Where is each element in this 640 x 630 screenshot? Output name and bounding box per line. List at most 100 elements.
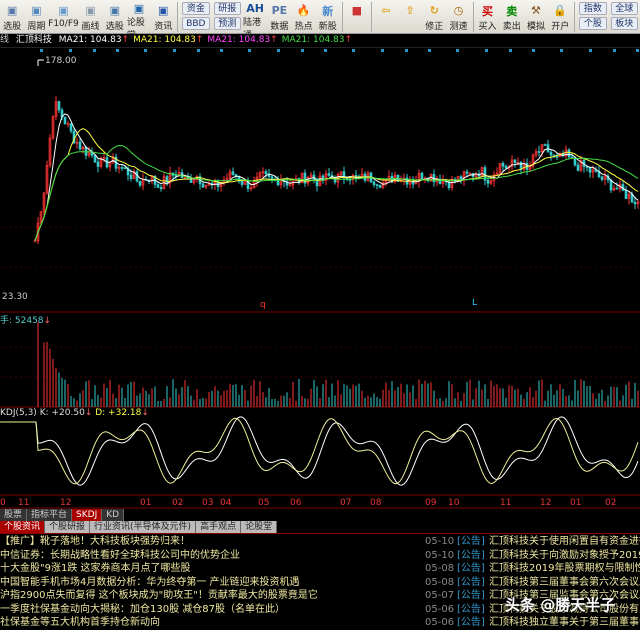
toolbar.buttons2-button-12[interactable]: 🔒 开户: [548, 0, 572, 34]
toolbar-small-button[interactable]: 预测: [213, 17, 242, 30]
announcement-tag: [公告]: [457, 536, 485, 547]
tab-1[interactable]: 个股研报: [45, 521, 91, 533]
button-pair: 研报 预测: [213, 2, 242, 30]
candle: [138, 180, 142, 186]
toolbar.buttons2-button-1[interactable]: PE 数据: [267, 0, 291, 34]
toolbar.buttons2-button-8[interactable]: ◷ 测速: [446, 0, 470, 34]
announcement-list: 05-10 [公告] 汇顶科技关于使用闲置自有资金进行 05-10 [公告] 汇顶科技关于…: [425, 535, 640, 630]
tab-3[interactable]: 高手观点: [196, 521, 242, 533]
announcement-title: 汇顶科技第三届董事会第六次会议决: [489, 576, 640, 588]
candle: [588, 166, 592, 173]
toolbar.buttons-button-1[interactable]: ▣ 周期: [24, 0, 48, 34]
candle: [600, 176, 604, 180]
toolbar-small-button[interactable]: 板块: [610, 17, 639, 30]
toolbar.buttons2-button-4[interactable]: ■: [345, 0, 369, 34]
toolbar.buttons-button-5[interactable]: ▣ 论股堂: [127, 0, 151, 41]
price-low-label: 23.30: [2, 292, 28, 302]
pe-icon: PE: [271, 4, 288, 17]
tab-3[interactable]: KD: [102, 509, 125, 521]
toolbar.buttons-button-0[interactable]: ▣ 选股: [0, 0, 24, 34]
candle: [465, 171, 469, 174]
toolbar.buttons-button-4[interactable]: ▣ 选股: [103, 0, 127, 34]
announcement-item[interactable]: 05-08 [公告] 汇顶科技第三届董事会第六次会议决: [425, 576, 640, 590]
event-marker: [636, 49, 639, 52]
button-pair: 全球 板块: [610, 2, 639, 30]
speed-clock-icon: ◷: [453, 4, 464, 17]
toolbar-small-button[interactable]: 资金: [182, 2, 210, 15]
tab-0[interactable]: 个股资讯: [0, 521, 46, 533]
tab-4[interactable]: 论股堂: [241, 521, 278, 533]
candle: [165, 176, 169, 184]
toolbar.buttons2-button-0[interactable]: AH 陆港通: [243, 0, 267, 41]
announcement-item[interactable]: 05-10 [公告] 汇顶科技关于使用闲置自有资金进行: [425, 535, 640, 549]
watermark: 头条 @勝天半子: [505, 596, 616, 614]
candle: [420, 172, 424, 180]
toolbar.buttons2-button-7[interactable]: ↻ 修正: [422, 0, 446, 34]
candle: [63, 116, 67, 125]
date-tick: 11: [500, 498, 512, 508]
button-pair: 资金 BBD: [182, 2, 210, 30]
date-tick: 12: [540, 498, 552, 508]
candle: [303, 172, 307, 184]
event-marker: [248, 49, 251, 52]
candle: [240, 180, 244, 185]
tab-2[interactable]: SKDJ: [72, 509, 103, 521]
news-item[interactable]: 社保基金等五大机构首季持仓新动向: [0, 616, 330, 630]
announcement-title: 汇顶科技2019年股票期权与限制性股: [489, 563, 640, 574]
toolbar.buttons-button-3[interactable]: ▣ 画线: [78, 0, 102, 34]
announcement-item[interactable]: 05-06 [公告] 汇顶科技独立董事关于第三届董事会: [425, 616, 640, 630]
candle: [201, 183, 205, 188]
toolbar.buttons-button-2[interactable]: ▣ F10/F9: [48, 0, 79, 34]
news-item[interactable]: 一季度社保基金动向大揭秘：加仓130股 减仓87股（名单在此）: [0, 603, 330, 617]
toolbar.buttons2-button-9[interactable]: 买买入: [475, 0, 499, 34]
arrow-icon: ↑: [121, 35, 130, 45]
toolbar.buttons2-button-10[interactable]: 卖卖出: [500, 0, 524, 34]
toolbar: ▣ 选股 ▣ 周期 ▣ F10/F9 ▣ 画线 ▣ 选股 ▣ 论股堂 ▣ 资讯 资金 BBD 研报 预测 AH 陆港通…: [0, 0, 640, 41]
button-label: 画线: [81, 22, 100, 32]
ah-icon: AH: [246, 2, 264, 15]
news-item[interactable]: 十大金股"9涨1跌 这家券商本月点了哪些股: [0, 562, 330, 576]
announcement-date: 05-10: [425, 549, 455, 561]
candle: [93, 155, 97, 163]
candle: [156, 184, 160, 188]
divider: [472, 2, 474, 32]
announcement-item[interactable]: 05-08 [公告] 汇顶科技2019年股票期权与限制性股: [425, 562, 640, 576]
toolbar-small-button[interactable]: 指数: [579, 2, 607, 15]
button-label: 热点: [294, 22, 313, 32]
toolbar.buttons2-button-3[interactable]: 新新股: [316, 0, 340, 34]
candle: [501, 162, 505, 167]
toolbar.buttons2-button-11[interactable]: ⚒ 模拟: [524, 0, 548, 34]
news-item[interactable]: 【推广】靴子落地！大科技板块强势归来！: [0, 535, 330, 549]
candle: [633, 201, 637, 205]
tab-2[interactable]: 行业资讯(半导体及元件): [90, 521, 197, 533]
candlestick-chart[interactable]: [0, 47, 640, 509]
news-item[interactable]: 沪指2900点失而复得 这个板块成为"助攻王"！贡献率最大的股票竟是它: [0, 589, 330, 603]
toolbar.buttons2-button-2[interactable]: 🔥 热点: [291, 0, 315, 34]
toolbar.buttons2-button-6[interactable]: ⇧: [398, 0, 422, 34]
toolbar.buttons-button-6[interactable]: ▣ 资讯: [151, 0, 175, 34]
lock-icon: 🔒: [553, 4, 568, 17]
moving-average-line: [34, 113, 639, 242]
tab-1[interactable]: 指标平台: [27, 509, 73, 521]
kdj-k: K: +20.50: [39, 408, 85, 418]
toolbar-small-button[interactable]: 研报: [213, 2, 242, 15]
news-item[interactable]: 中信证券：长期战略性看好全球科技公司中的优势企业: [0, 549, 330, 563]
tab-0[interactable]: 股票: [0, 509, 28, 521]
date-tick: 06: [290, 498, 302, 508]
date-tick: 01: [140, 498, 152, 508]
event-marker: [560, 49, 563, 52]
announcement-item[interactable]: 05-10 [公告] 汇顶科技关于向激励对象授予2019年: [425, 549, 640, 563]
event-marker: [485, 49, 488, 52]
lun-icon: ▣: [133, 2, 145, 15]
toolbar-small-button[interactable]: BBD: [182, 17, 210, 30]
arrow-icon: ↑: [344, 35, 353, 45]
refresh-icon: ↻: [429, 4, 439, 17]
toolbar.buttons2-button-5[interactable]: ⇦: [374, 0, 398, 34]
candle: [378, 184, 382, 188]
up-down-icon: ⇧: [405, 4, 415, 17]
news-item[interactable]: 中国智能手机市场4月数据分析：华为终夺第一 产业链迎来投资机遇: [0, 576, 330, 590]
ma-label: MA21: 104.83: [58, 35, 122, 45]
candle: [513, 159, 517, 163]
toolbar-small-button[interactable]: 个股: [579, 17, 607, 30]
toolbar-small-button[interactable]: 全球: [610, 2, 639, 15]
